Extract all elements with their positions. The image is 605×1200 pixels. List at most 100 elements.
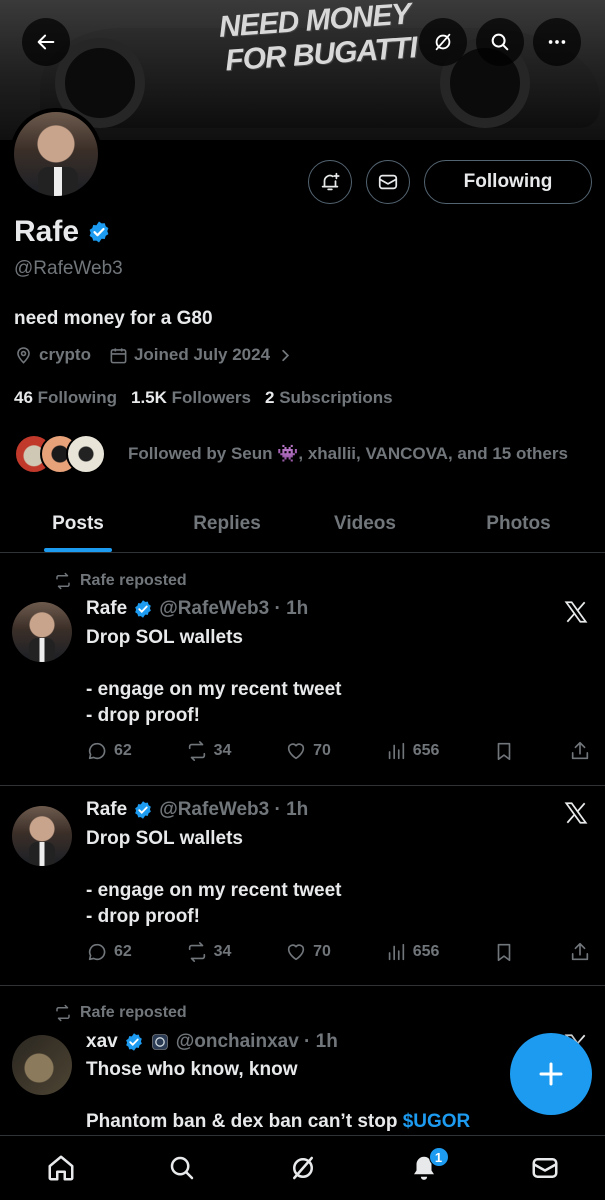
profile-name: Rafe bbox=[14, 215, 111, 249]
profile-location-text: crypto bbox=[39, 345, 91, 364]
grok-icon bbox=[292, 1156, 313, 1180]
profile-avatar[interactable] bbox=[10, 108, 102, 200]
views-button[interactable]: 656 bbox=[385, 941, 440, 963]
compose-button[interactable] bbox=[510, 1033, 592, 1115]
tab-posts[interactable]: Posts bbox=[0, 495, 156, 552]
subscriptions-stat[interactable]: 2 Subscriptions bbox=[265, 388, 393, 408]
post-author-name[interactable]: Rafe bbox=[86, 799, 127, 821]
repost-count: 34 bbox=[213, 943, 232, 960]
bookmark-icon bbox=[497, 742, 511, 761]
profile-joined[interactable]: Joined July 2024 bbox=[109, 345, 295, 365]
share-icon bbox=[571, 741, 589, 760]
verified-badge-icon bbox=[125, 1033, 142, 1051]
post-avatar[interactable] bbox=[12, 806, 72, 866]
followers-label: Followers bbox=[171, 388, 251, 407]
heart-icon bbox=[287, 944, 305, 961]
post-text-line: Those who know, know bbox=[86, 1059, 298, 1080]
post-author-name[interactable]: xav bbox=[86, 1031, 118, 1053]
cashtag-link[interactable]: $UGOR bbox=[403, 1111, 471, 1132]
reply-button[interactable]: 62 bbox=[86, 740, 132, 762]
profile-stats: 46 Following 1.5K Followers 2 Subscripti… bbox=[14, 388, 393, 408]
post-header: Rafe @RafeWeb3 · 1h bbox=[86, 598, 308, 620]
reply-button[interactable]: 62 bbox=[86, 941, 132, 963]
more-dots-icon bbox=[548, 40, 566, 44]
following-stat[interactable]: 46 Following bbox=[14, 388, 117, 408]
bookmark-button[interactable] bbox=[493, 941, 515, 963]
share-button[interactable] bbox=[569, 740, 591, 762]
followed-by-row[interactable]: Followed by Seun 👾, xhallii, VANCOVA, an… bbox=[14, 434, 568, 474]
repost-indicator: Rafe reposted bbox=[54, 572, 187, 590]
like-count: 70 bbox=[313, 943, 331, 960]
plus-icon bbox=[539, 1062, 563, 1086]
nav-home[interactable] bbox=[36, 1143, 86, 1193]
profile-location: crypto bbox=[14, 345, 91, 365]
like-button[interactable]: 70 bbox=[285, 941, 331, 963]
notify-button[interactable] bbox=[308, 160, 352, 204]
x-logo-icon[interactable] bbox=[563, 800, 589, 826]
like-button[interactable]: 70 bbox=[285, 740, 331, 762]
like-count: 70 bbox=[313, 742, 331, 759]
verified-badge-icon[interactable] bbox=[87, 220, 111, 244]
view-count: 656 bbox=[412, 742, 440, 759]
post-item[interactable]: Rafe @RafeWeb3 · 1h Drop SOL wallets - e… bbox=[0, 786, 605, 986]
followers-stat[interactable]: 1.5K Followers bbox=[131, 388, 251, 408]
post-item[interactable]: Rafe reposted Rafe @RafeWeb3 · 1h Drop S… bbox=[0, 554, 605, 786]
reply-count: 62 bbox=[114, 742, 132, 759]
post-avatar[interactable] bbox=[12, 1035, 72, 1095]
profile-meta: crypto Joined July 2024 bbox=[14, 345, 295, 365]
repost-icon bbox=[56, 572, 70, 590]
bookmark-button[interactable] bbox=[493, 740, 515, 762]
nav-grok[interactable] bbox=[278, 1143, 328, 1193]
post-handle-time: @onchainxav · 1h bbox=[175, 1031, 338, 1052]
profile-tabs: Posts Replies Videos Photos bbox=[0, 495, 605, 553]
followed-by-text: Followed by Seun 👾, xhallii, VANCOVA, an… bbox=[128, 444, 568, 463]
more-button[interactable] bbox=[533, 18, 581, 66]
repost-button[interactable]: 34 bbox=[186, 941, 232, 963]
nav-search[interactable] bbox=[157, 1143, 207, 1193]
bell-plus-icon bbox=[321, 172, 340, 191]
subscriptions-label: Subscriptions bbox=[279, 388, 393, 407]
search-icon bbox=[491, 33, 509, 51]
reply-count: 62 bbox=[114, 943, 132, 960]
tab-videos[interactable]: Videos bbox=[298, 495, 432, 552]
reply-icon bbox=[88, 943, 106, 961]
message-button[interactable] bbox=[366, 160, 410, 204]
profile-banner[interactable]: NEED MONEY FOR BUGATTI bbox=[0, 0, 605, 140]
nav-notifications[interactable]: 1 bbox=[399, 1143, 449, 1193]
grok-button[interactable] bbox=[419, 18, 467, 66]
verified-badge-icon bbox=[135, 801, 152, 819]
envelope-icon bbox=[532, 1158, 557, 1178]
post-author-name[interactable]: Rafe bbox=[86, 598, 127, 620]
share-button[interactable] bbox=[569, 941, 591, 963]
heart-icon bbox=[287, 743, 305, 760]
post-handle-time: @RafeWeb3 · 1h bbox=[159, 598, 309, 619]
tab-photos[interactable]: Photos bbox=[432, 495, 605, 552]
profile-name-text: Rafe bbox=[14, 215, 80, 248]
back-button[interactable] bbox=[22, 18, 70, 66]
reply-icon bbox=[88, 742, 106, 760]
banner-text: NEED MONEY FOR BUGATTI bbox=[218, 0, 418, 79]
bookmark-icon bbox=[497, 943, 511, 962]
post-header: Rafe @RafeWeb3 · 1h bbox=[86, 799, 308, 821]
views-button[interactable]: 656 bbox=[385, 740, 440, 762]
following-button[interactable]: Following bbox=[424, 160, 592, 204]
repost-button[interactable]: 34 bbox=[186, 740, 232, 762]
arrow-left-icon bbox=[37, 34, 55, 50]
share-icon bbox=[571, 942, 589, 961]
view-count: 656 bbox=[412, 943, 440, 960]
calendar-icon bbox=[110, 347, 127, 363]
verified-badge-icon bbox=[135, 600, 152, 618]
search-icon bbox=[170, 1156, 193, 1180]
nav-messages[interactable] bbox=[520, 1143, 570, 1193]
bottom-nav: 1 bbox=[0, 1135, 605, 1200]
analytics-icon bbox=[388, 742, 404, 760]
post-text-line: Phantom ban & dex ban can’t stop $UGOR bbox=[86, 1109, 470, 1135]
post-avatar[interactable] bbox=[12, 602, 72, 662]
tab-replies[interactable]: Replies bbox=[156, 495, 298, 552]
search-button[interactable] bbox=[476, 18, 524, 66]
analytics-icon bbox=[388, 943, 404, 961]
repost-count: 34 bbox=[213, 742, 232, 759]
x-logo-icon[interactable] bbox=[563, 599, 589, 625]
repost-icon bbox=[188, 942, 205, 962]
profile-handle: @RafeWeb3 bbox=[14, 258, 123, 279]
